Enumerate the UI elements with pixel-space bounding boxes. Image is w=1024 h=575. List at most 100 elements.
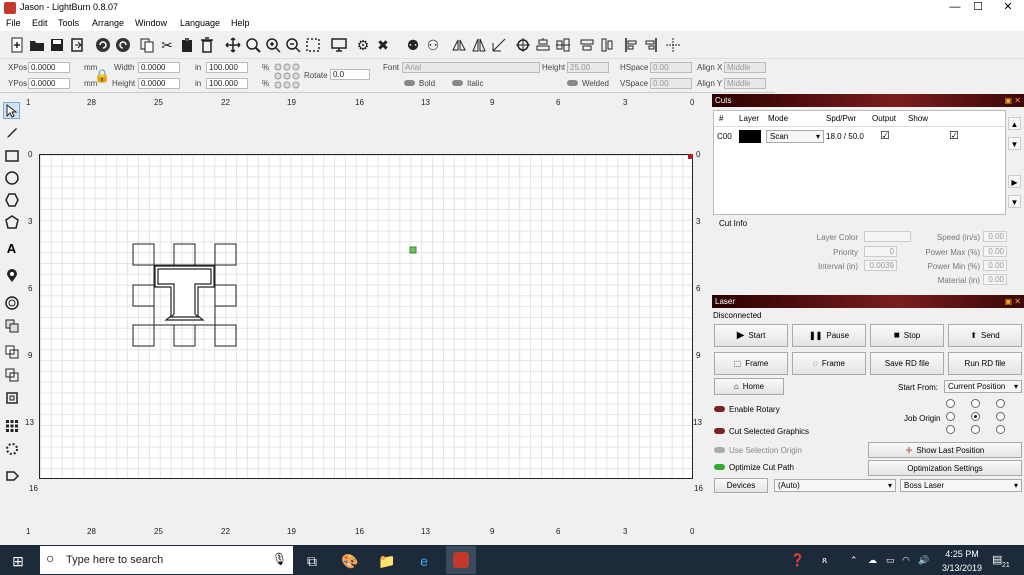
panel-float-close-icon[interactable]: ▣ ✕ bbox=[1005, 94, 1021, 107]
mode-select[interactable]: Scan bbox=[766, 130, 824, 143]
job-origin-radio[interactable] bbox=[946, 425, 955, 434]
save-icon[interactable] bbox=[48, 36, 66, 54]
job-origin-radio-selected[interactable] bbox=[971, 412, 980, 421]
zoom-out-icon[interactable] bbox=[284, 36, 302, 54]
windows-start-icon[interactable]: ⊞ bbox=[8, 551, 28, 571]
group-icon[interactable]: ⚉ bbox=[404, 36, 422, 54]
height-input[interactable]: 0.0000 bbox=[138, 78, 180, 89]
align-middle-icon[interactable] bbox=[554, 36, 572, 54]
italic-toggle[interactable] bbox=[452, 80, 463, 86]
frame-circle-button[interactable]: ◌ Frame bbox=[792, 352, 866, 375]
weld-icon[interactable] bbox=[3, 389, 20, 406]
ellipse-icon[interactable] bbox=[3, 169, 20, 186]
font-height-input[interactable]: 25.00 bbox=[567, 62, 609, 73]
stop-button[interactable]: ■ Stop bbox=[870, 324, 944, 347]
rotate-input[interactable]: 0.0 bbox=[330, 69, 370, 80]
panel-float-close-icon[interactable]: ▣ ✕ bbox=[1005, 295, 1021, 308]
material-input[interactable]: 0.00 bbox=[983, 274, 1007, 285]
paint-app-icon[interactable]: 🎨 bbox=[340, 551, 360, 571]
move-icon[interactable] bbox=[224, 36, 242, 54]
task-view-icon[interactable]: ⧉ bbox=[302, 551, 322, 571]
priority-input[interactable]: 0 bbox=[864, 246, 897, 257]
help-icon[interactable]: ❓ bbox=[790, 553, 805, 567]
boolean-difference-icon[interactable] bbox=[3, 343, 20, 360]
wifi-icon[interactable]: ◠ bbox=[902, 555, 910, 566]
layer-color-box[interactable] bbox=[864, 231, 911, 242]
move-layer-up-button[interactable]: ▲ bbox=[1008, 117, 1021, 130]
cloud-icon[interactable]: ☁ bbox=[868, 555, 877, 566]
menu-language[interactable]: Language bbox=[180, 18, 220, 28]
offset-icon[interactable] bbox=[3, 294, 20, 311]
lock-icon[interactable]: 🔒 bbox=[94, 68, 110, 84]
dock-right-icon[interactable] bbox=[642, 36, 660, 54]
speed-input[interactable]: 0.00 bbox=[983, 231, 1007, 242]
select-arrow-icon[interactable] bbox=[3, 102, 20, 119]
menu-tools[interactable]: Tools bbox=[58, 18, 79, 28]
position-marker-icon[interactable] bbox=[3, 267, 20, 284]
send-button[interactable]: ⬆ Send bbox=[948, 324, 1022, 347]
frame-rect-button[interactable]: ⬚ Frame bbox=[714, 352, 788, 375]
start-button[interactable]: ▶ Start bbox=[714, 324, 788, 347]
job-origin-radio[interactable] bbox=[946, 412, 955, 421]
design-shapes[interactable] bbox=[39, 154, 693, 479]
job-origin-radio[interactable] bbox=[996, 412, 1005, 421]
zoom-in-icon[interactable] bbox=[264, 36, 282, 54]
menu-arrange[interactable]: Arrange bbox=[92, 18, 124, 28]
vspace-input[interactable]: 0.00 bbox=[650, 78, 692, 89]
show-checkbox[interactable]: ☑ bbox=[949, 129, 959, 142]
dock-center-icon[interactable] bbox=[664, 36, 682, 54]
volume-icon[interactable]: 🔊 bbox=[918, 555, 929, 566]
devices-button[interactable]: Devices bbox=[714, 478, 768, 493]
job-origin-radio[interactable] bbox=[971, 399, 980, 408]
grid-array-icon[interactable] bbox=[3, 417, 20, 434]
xpos-input[interactable]: 0.0000 bbox=[28, 62, 70, 73]
move-layer-down-button[interactable]: ▼ bbox=[1008, 137, 1021, 150]
start-from-select[interactable]: Current Position bbox=[944, 380, 1022, 393]
cut-scissors-icon[interactable]: ✂ bbox=[158, 36, 176, 54]
use-selection-origin-toggle[interactable] bbox=[714, 447, 725, 453]
boolean-intersection-icon[interactable] bbox=[3, 366, 20, 383]
taskbar-search-box[interactable]: ○ Type here to search 🎙 bbox=[40, 546, 293, 574]
polygon-icon[interactable] bbox=[3, 191, 20, 208]
optimization-settings-button[interactable]: Optimization Settings bbox=[868, 460, 1022, 476]
output-checkbox[interactable]: ☑ bbox=[880, 129, 890, 142]
width-input[interactable]: 0.0000 bbox=[138, 62, 180, 73]
battery-icon[interactable]: ▭ bbox=[886, 555, 895, 566]
clock-time[interactable]: 4:25 PM bbox=[944, 549, 980, 559]
new-file-icon[interactable] bbox=[8, 36, 26, 54]
zoom-selection-icon[interactable] bbox=[304, 36, 322, 54]
show-last-position-button[interactable]: ✛ Show Last Position bbox=[868, 442, 1022, 458]
job-origin-radio[interactable] bbox=[996, 425, 1005, 434]
pause-button[interactable]: ❚❚ Pause bbox=[792, 324, 866, 347]
align-top-icon[interactable] bbox=[534, 36, 552, 54]
width-percent-input[interactable]: 100.000 bbox=[206, 62, 248, 73]
bold-toggle[interactable] bbox=[404, 80, 415, 86]
collapse-button[interactable]: ▼ bbox=[1008, 195, 1021, 208]
optimize-cut-path-toggle[interactable] bbox=[714, 464, 725, 470]
run-rd-button[interactable]: Run RD file bbox=[948, 352, 1022, 375]
font-select[interactable]: Arial bbox=[402, 62, 540, 73]
distribute-horizontal-icon[interactable] bbox=[578, 36, 596, 54]
settings-gear-icon[interactable]: ⚙ bbox=[354, 36, 372, 54]
align-center-icon[interactable] bbox=[514, 36, 532, 54]
rectangle-icon[interactable] bbox=[3, 147, 20, 164]
machine-settings-icon[interactable]: ✖ bbox=[374, 36, 392, 54]
delete-trash-icon[interactable] bbox=[198, 36, 216, 54]
lightburn-taskbar-active[interactable] bbox=[446, 546, 476, 574]
menu-window[interactable]: Window bbox=[135, 18, 167, 28]
text-tool-icon[interactable]: A bbox=[3, 240, 20, 257]
interval-input[interactable]: 0.0039 bbox=[864, 260, 897, 271]
welded-toggle[interactable] bbox=[567, 80, 578, 86]
close-button[interactable]: ✕ bbox=[985, 0, 1024, 16]
undo-icon[interactable] bbox=[94, 36, 112, 54]
anchor-grid-icon[interactable] bbox=[272, 61, 302, 91]
enable-rotary-toggle[interactable] bbox=[714, 406, 725, 412]
hspace-input[interactable]: 0.00 bbox=[650, 62, 692, 73]
menu-file[interactable]: File bbox=[6, 18, 21, 28]
power-max-input[interactable]: 0.00 bbox=[983, 246, 1007, 257]
notification-center-icon[interactable]: ▤ bbox=[992, 553, 1002, 566]
tray-expand-icon[interactable]: ⌃ bbox=[850, 555, 858, 566]
height-percent-input[interactable]: 100.000 bbox=[206, 78, 248, 89]
mirror-vertical-icon[interactable] bbox=[470, 36, 488, 54]
job-origin-radio[interactable] bbox=[971, 425, 980, 434]
